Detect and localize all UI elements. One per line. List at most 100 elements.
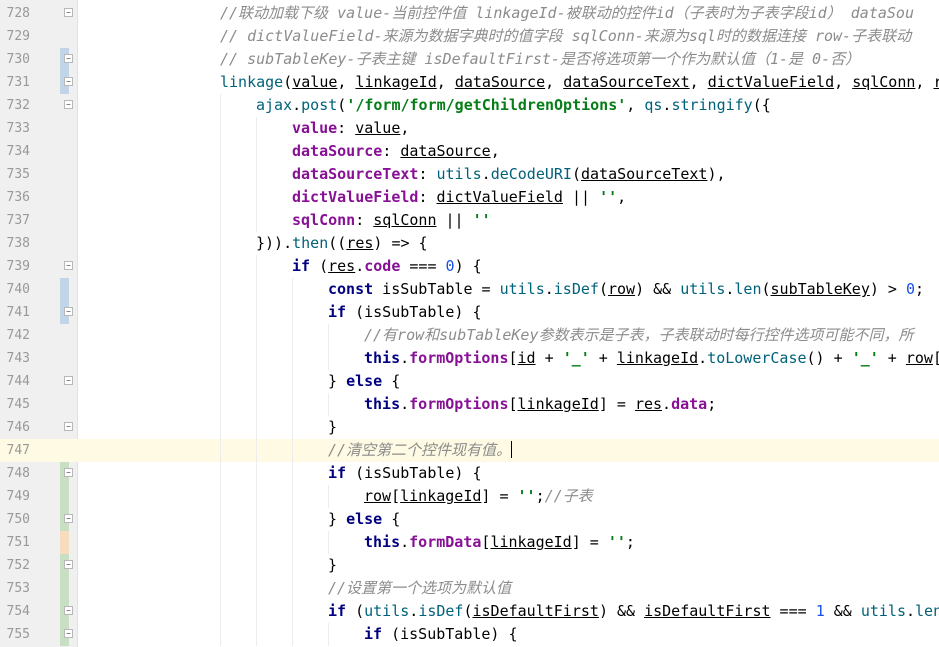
fold-open-icon[interactable] bbox=[64, 307, 73, 316]
code-line[interactable]: 733 value: value, bbox=[0, 117, 939, 140]
code-line[interactable]: 740 const isSubTable = utils.isDef(row) &… bbox=[0, 278, 939, 301]
code-text[interactable]: } bbox=[328, 416, 337, 439]
fold-open-icon[interactable] bbox=[64, 606, 73, 615]
code-text[interactable]: //有row和subTableKey参数表示是子表，子表联动时每行控件选项可能不… bbox=[364, 324, 914, 347]
code-text[interactable]: // subTableKey-子表主键 isDefaultFirst-是否将选项… bbox=[220, 48, 860, 71]
fold-open-icon[interactable] bbox=[64, 514, 73, 523]
fold-open-icon[interactable] bbox=[64, 261, 73, 270]
line-number: 747 bbox=[0, 439, 30, 462]
code-token: stringify bbox=[671, 96, 753, 114]
fold-close-icon[interactable] bbox=[64, 560, 73, 569]
code-text[interactable]: row[linkageId] = '';//子表 bbox=[364, 485, 593, 508]
code-text[interactable]: //设置第一个选项为默认值 bbox=[328, 577, 511, 600]
code-text[interactable]: } else { bbox=[328, 370, 400, 393]
code-line[interactable]: 749 row[linkageId] = '';//子表 bbox=[0, 485, 939, 508]
fold-open-icon[interactable] bbox=[64, 8, 73, 17]
code-text[interactable]: dataSourceText: utils.deCodeURI(dataSour… bbox=[292, 163, 726, 186]
code-text[interactable]: linkage(value, linkageId, dataSource, da… bbox=[220, 71, 939, 94]
code-token: const bbox=[328, 280, 374, 298]
code-token: ; bbox=[915, 280, 925, 298]
code-token: (( bbox=[328, 234, 347, 252]
code-token: if bbox=[328, 464, 347, 482]
code-text[interactable]: this.formData[linkageId] = ''; bbox=[364, 531, 635, 554]
code-line[interactable]: 746} bbox=[0, 416, 939, 439]
code-line[interactable]: 743 this.formOptions[id + '_' + linkageId… bbox=[0, 347, 939, 370]
code-line[interactable]: 745 this.formOptions[linkageId] = res.dat… bbox=[0, 393, 939, 416]
code-text[interactable]: dictValueField: dictValueField || '', bbox=[292, 186, 626, 209]
code-token: : bbox=[418, 188, 437, 206]
fold-open-icon[interactable] bbox=[64, 376, 73, 385]
code-line[interactable]: 734 dataSource: dataSource, bbox=[0, 140, 939, 163]
change-marker[interactable] bbox=[60, 577, 69, 600]
code-token: '' bbox=[607, 533, 626, 551]
code-text[interactable]: if (isSubTable) { bbox=[328, 301, 482, 324]
code-token: , bbox=[915, 73, 934, 91]
code-lines[interactable]: 728 //联动加载下级 value-当前控件值 linkageId-被联动的控件… bbox=[0, 2, 939, 646]
code-text[interactable]: //联动加载下级 value-当前控件值 linkageId-被联动的控件id（… bbox=[220, 2, 914, 25]
code-token: formData bbox=[409, 533, 482, 551]
code-text[interactable]: //清空第二个控件现有值。 bbox=[328, 439, 513, 462]
code-line[interactable]: 730 // subTableKey-子表主键 isDefaultFirst-是否… bbox=[0, 48, 939, 71]
code-text[interactable]: // dictValueField-来源为数据字典时的值字段 sqlConn-来… bbox=[220, 25, 911, 48]
change-marker[interactable] bbox=[60, 531, 69, 554]
fold-open-icon[interactable] bbox=[64, 100, 73, 109]
code-text[interactable]: this.formOptions[id + '_' + linkageId.to… bbox=[364, 347, 939, 370]
code-line[interactable]: 729 // dictValueField-来源为数据字典时的值字段 sqlCon… bbox=[0, 25, 939, 48]
code-line[interactable]: 737 sqlConn: sqlConn || '' bbox=[0, 209, 939, 232]
indent-guide bbox=[256, 117, 257, 140]
code-line[interactable]: 739 if (res.code === 0) { bbox=[0, 255, 939, 278]
code-text[interactable]: sqlConn: sqlConn || '' bbox=[292, 209, 491, 232]
code-text[interactable]: if (utils.isDef(isDefaultFirst) && isDef… bbox=[328, 600, 939, 623]
code-token: || bbox=[436, 211, 473, 229]
code-line[interactable]: 751 this.formData[linkageId] = ''; bbox=[0, 531, 939, 554]
change-marker[interactable] bbox=[60, 485, 69, 508]
indent-guide bbox=[256, 347, 257, 370]
code-token: . bbox=[481, 165, 491, 183]
code-text[interactable]: dataSource: dataSource, bbox=[292, 140, 500, 163]
code-line[interactable]: 731 linkage(value, linkageId, dataSource,… bbox=[0, 71, 939, 94]
code-line[interactable]: 750} else { bbox=[0, 508, 939, 531]
code-text[interactable]: if (isSubTable) { bbox=[328, 462, 482, 485]
code-editor[interactable]: 728 //联动加载下级 value-当前控件值 linkageId-被联动的控件… bbox=[0, 0, 939, 647]
code-text[interactable]: const isSubTable = utils.isDef(row) && u… bbox=[328, 278, 924, 301]
code-text[interactable]: })).then((res) => { bbox=[256, 232, 428, 255]
code-text[interactable]: ajax.post('/form/form/getChildrenOptions… bbox=[256, 94, 771, 117]
code-line[interactable]: 741 if (isSubTable) { bbox=[0, 301, 939, 324]
code-line[interactable]: 738})).then((res) => { bbox=[0, 232, 939, 255]
code-line[interactable]: 747 //清空第二个控件现有值。 bbox=[0, 439, 939, 462]
fold-open-icon[interactable] bbox=[64, 629, 73, 638]
code-token: toLowerCase bbox=[707, 349, 807, 367]
code-token: . bbox=[400, 395, 410, 413]
code-text[interactable]: } else { bbox=[328, 508, 400, 531]
code-token: ( bbox=[598, 280, 608, 298]
code-text[interactable]: if (res.code === 0) { bbox=[292, 255, 482, 278]
code-line[interactable]: 735 dataSourceText: utils.deCodeURI(dataS… bbox=[0, 163, 939, 186]
code-line[interactable]: 744} else { bbox=[0, 370, 939, 393]
code-line[interactable]: 748 if (isSubTable) { bbox=[0, 462, 939, 485]
code-line[interactable]: 753 //设置第一个选项为默认值 bbox=[0, 577, 939, 600]
code-line[interactable]: 732 ajax.post('/form/form/getChildrenOpti… bbox=[0, 94, 939, 117]
indent-guide bbox=[328, 485, 329, 508]
code-text[interactable]: if (isSubTable) { bbox=[364, 623, 518, 646]
code-token: : bbox=[382, 142, 401, 160]
code-line[interactable]: 752} bbox=[0, 554, 939, 577]
indent-guide bbox=[292, 301, 293, 324]
code-line[interactable]: 755 if (isSubTable) { bbox=[0, 623, 939, 646]
fold-open-icon[interactable] bbox=[64, 468, 73, 477]
code-line[interactable]: 754 if (utils.isDef(isDefaultFirst) && is… bbox=[0, 600, 939, 623]
code-token: isDef bbox=[418, 602, 464, 620]
code-token: [ bbox=[508, 395, 518, 413]
code-line[interactable]: 736 dictValueField: dictValueField || '', bbox=[0, 186, 939, 209]
code-text[interactable]: value: value, bbox=[292, 117, 409, 140]
fold-close-icon[interactable] bbox=[64, 54, 73, 63]
code-token: ; bbox=[707, 395, 717, 413]
code-text[interactable]: this.formOptions[linkageId] = res.data; bbox=[364, 393, 716, 416]
fold-open-icon[interactable] bbox=[64, 77, 73, 86]
fold-close-icon[interactable] bbox=[64, 422, 73, 431]
code-token: , bbox=[689, 73, 708, 91]
change-marker[interactable] bbox=[60, 278, 69, 301]
code-text[interactable]: } bbox=[328, 554, 337, 577]
code-line[interactable]: 728 //联动加载下级 value-当前控件值 linkageId-被联动的控件… bbox=[0, 2, 939, 25]
code-token: data bbox=[671, 395, 708, 413]
code-line[interactable]: 742 //有row和subTableKey参数表示是子表，子表联动时每行控件选项… bbox=[0, 324, 939, 347]
